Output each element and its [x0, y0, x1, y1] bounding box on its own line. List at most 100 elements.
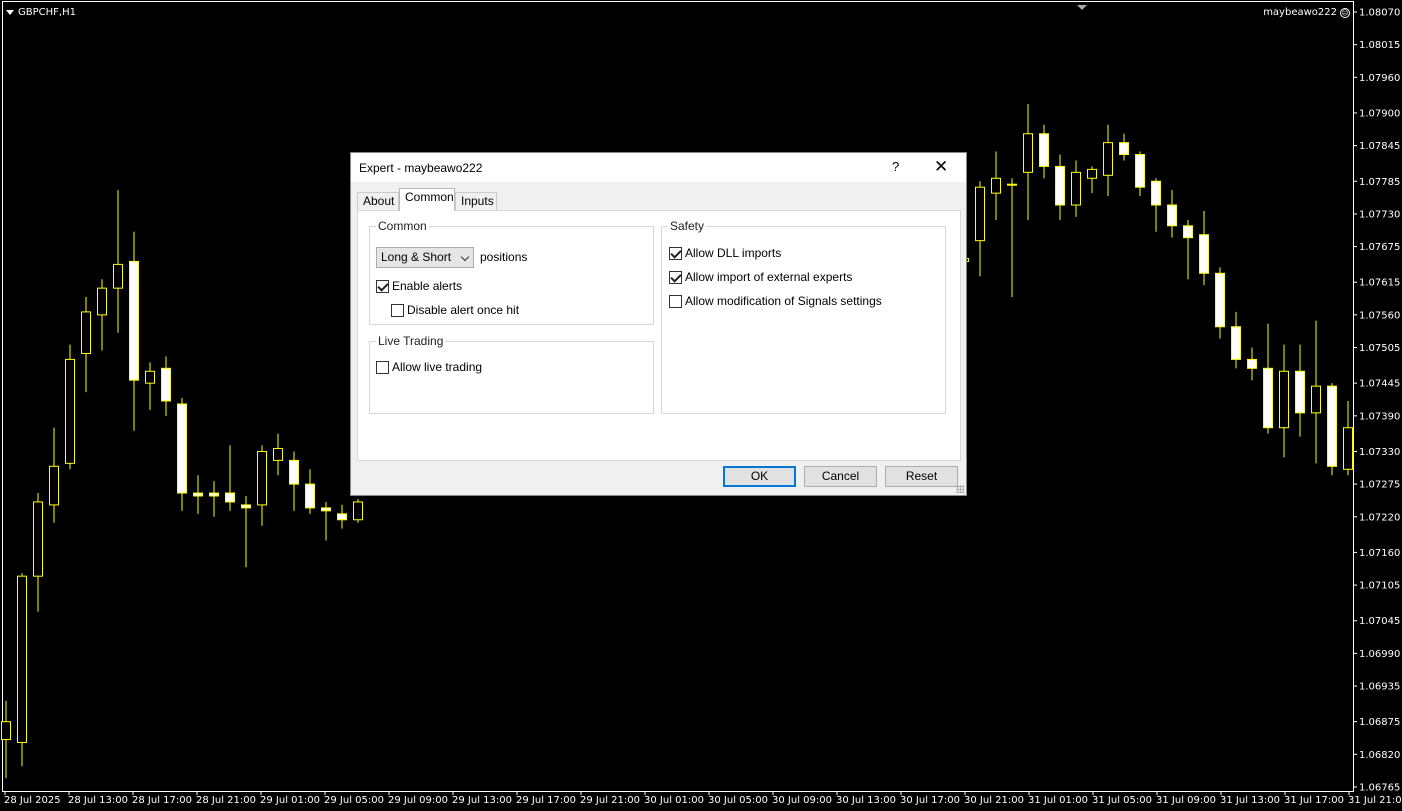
- symbol-label[interactable]: GBPCHF,H1: [6, 7, 76, 18]
- candle-body: [1279, 370, 1289, 429]
- candle-body: [1103, 142, 1113, 176]
- allow-signals-checkbox[interactable]: [669, 294, 682, 308]
- group-safety: Safety Allow DLL imports Allow import of…: [661, 219, 946, 414]
- allow-dll-row[interactable]: Allow DLL imports: [669, 246, 781, 260]
- price-tick-label: 1.07675: [1359, 242, 1400, 253]
- enable-alerts-label: Enable alerts: [392, 279, 463, 293]
- help-button[interactable]: ?: [892, 159, 899, 174]
- candle-body: [257, 450, 267, 506]
- price-tick-label: 1.07045: [1359, 616, 1400, 627]
- price-tick-label: 1.07220: [1359, 512, 1400, 523]
- time-tick-label: 30 Jul 05:00: [708, 795, 768, 806]
- ok-button[interactable]: OK: [723, 466, 796, 487]
- expert-name-text: maybeawo222: [1263, 7, 1337, 18]
- group-common-legend: Common: [376, 219, 429, 233]
- price-tick-label: 1.07445: [1359, 379, 1400, 390]
- expert-label[interactable]: maybeawo222 ☹: [1263, 7, 1350, 18]
- candle-body: [225, 492, 235, 503]
- price-tick-label: 1.08015: [1359, 40, 1400, 51]
- resize-grip-icon[interactable]: [956, 485, 964, 493]
- allow-signals-row[interactable]: Allow modification of Signals settings: [669, 294, 882, 308]
- tab-about[interactable]: About: [357, 192, 399, 210]
- candle-body: [1135, 154, 1145, 188]
- candle-body: [145, 370, 155, 384]
- enable-alerts-row[interactable]: Enable alerts: [376, 279, 462, 293]
- price-tick-label: 1.06935: [1359, 682, 1400, 693]
- reset-button[interactable]: Reset: [885, 466, 958, 487]
- group-common: Common Long & Short positions Enable ale…: [369, 219, 654, 325]
- price-tick-label: 1.07390: [1359, 411, 1400, 422]
- sad-face-icon: ☹: [1340, 7, 1350, 18]
- candle-body: [129, 260, 139, 381]
- allow-live-checkbox[interactable]: [376, 360, 389, 374]
- allow-external-label: Allow import of external experts: [685, 270, 853, 284]
- candle-body: [1007, 183, 1017, 186]
- candle-body: [1119, 142, 1129, 156]
- enable-alerts-checkbox[interactable]: [376, 279, 389, 293]
- time-tick-label: 31 Jul 05:00: [1092, 795, 1152, 806]
- allow-live-label: Allow live trading: [392, 360, 483, 374]
- allow-dll-checkbox[interactable]: [669, 246, 682, 260]
- candle-body: [241, 504, 251, 509]
- candle-body: [17, 575, 27, 743]
- allow-dll-label: Allow DLL imports: [685, 246, 782, 260]
- time-tick-label: 28 Jul 13:00: [68, 795, 128, 806]
- time-tick-label: 29 Jul 09:00: [388, 795, 448, 806]
- time-tick-label: 30 Jul 17:00: [900, 795, 960, 806]
- chevron-down-icon: [460, 252, 470, 262]
- disable-alert-checkbox[interactable]: [391, 303, 404, 317]
- allow-live-row[interactable]: Allow live trading: [376, 360, 482, 374]
- candle-body: [209, 492, 219, 497]
- candle-body: [1071, 171, 1081, 206]
- cancel-button[interactable]: Cancel: [804, 466, 877, 487]
- candle-body: [1023, 133, 1033, 173]
- price-tick-label: 1.07330: [1359, 447, 1400, 458]
- candle-body: [289, 459, 299, 485]
- allow-signals-label: Allow modification of Signals settings: [685, 294, 882, 308]
- allow-external-row[interactable]: Allow import of external experts: [669, 270, 852, 284]
- candle-body: [193, 492, 203, 497]
- price-tick-label: 1.07730: [1359, 209, 1400, 220]
- time-tick-label: 30 Jul 01:00: [644, 795, 704, 806]
- disable-alert-row[interactable]: Disable alert once hit: [391, 303, 519, 317]
- candle-body: [1167, 204, 1177, 227]
- time-tick-label: 30 Jul 09:00: [772, 795, 832, 806]
- candle-body: [1039, 133, 1049, 167]
- time-tick-label: 28 Jul 17:00: [132, 795, 192, 806]
- close-icon[interactable]: ✕: [934, 157, 948, 177]
- dropdown-triangle-icon: [6, 10, 14, 15]
- time-tick-label: 31 Jul 13:00: [1220, 795, 1280, 806]
- expert-dialog: Expert - maybeawo222 ? ✕ About Common In…: [350, 152, 967, 496]
- positions-select-value: Long & Short: [381, 250, 452, 264]
- candle-body: [177, 403, 187, 494]
- tab-common[interactable]: Common: [399, 188, 455, 211]
- candle-body: [1087, 168, 1097, 179]
- tab-inputs[interactable]: Inputs: [455, 192, 497, 210]
- price-tick-label: 1.06765: [1359, 783, 1400, 794]
- candle-body: [113, 263, 123, 289]
- dialog-titlebar[interactable]: Expert - maybeawo222 ? ✕: [351, 153, 966, 182]
- disable-alert-label: Disable alert once hit: [407, 303, 520, 317]
- candle-body: [1247, 358, 1257, 369]
- candle-body: [97, 287, 107, 316]
- price-tick-label: 1.07785: [1359, 177, 1400, 188]
- candle-body: [1343, 427, 1353, 470]
- candle-body: [33, 501, 43, 577]
- time-tick-label: 29 Jul 05:00: [324, 795, 384, 806]
- candle-body: [65, 358, 75, 464]
- candle-body: [1055, 165, 1065, 206]
- positions-label: positions: [480, 250, 528, 264]
- candle-body: [1295, 370, 1305, 414]
- positions-select[interactable]: Long & Short: [376, 247, 474, 268]
- shift-marker-icon: [1077, 5, 1087, 10]
- candle-body: [273, 447, 283, 461]
- group-safety-legend: Safety: [668, 219, 707, 233]
- allow-external-checkbox[interactable]: [669, 270, 682, 284]
- price-tick-label: 1.06820: [1359, 750, 1400, 761]
- candle-body: [49, 465, 59, 506]
- price-tick-label: 1.08070: [1359, 8, 1400, 19]
- time-tick-label: 31 Jul 01:00: [1028, 795, 1088, 806]
- price-tick-label: 1.07900: [1359, 108, 1400, 119]
- candle-body: [1183, 225, 1193, 239]
- price-tick-label: 1.07160: [1359, 548, 1400, 559]
